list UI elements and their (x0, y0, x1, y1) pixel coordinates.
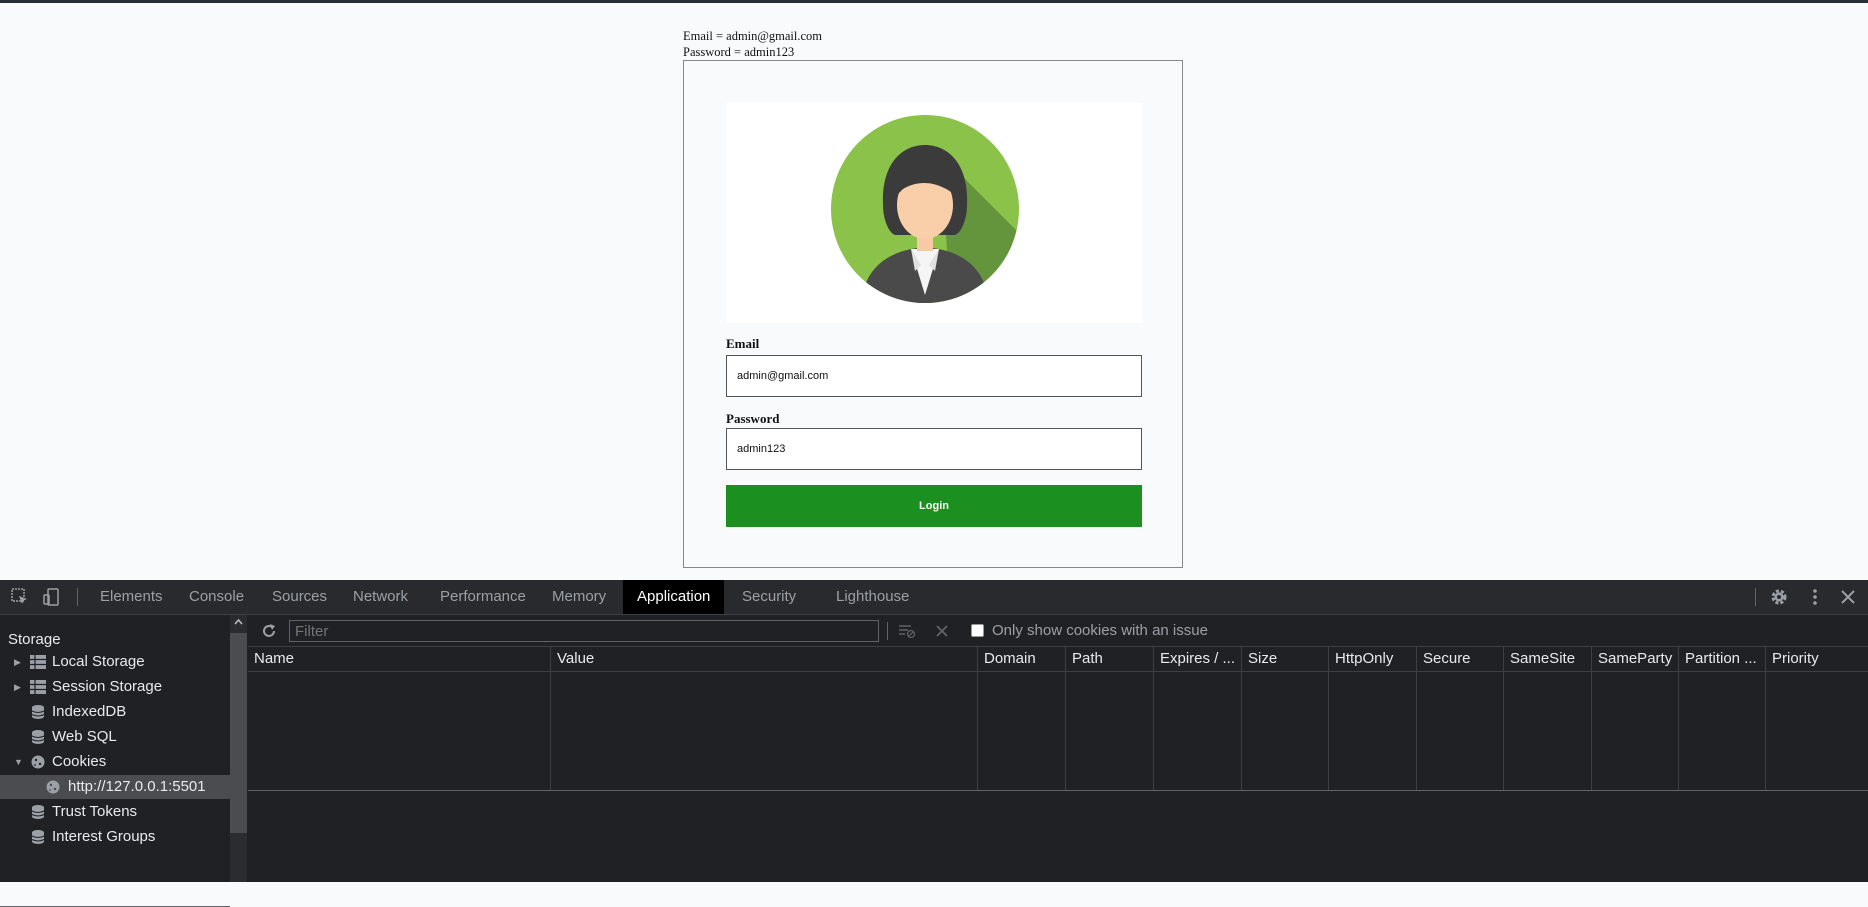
cookies-toolbar: Only show cookies with an issue (248, 615, 1868, 647)
column-divider (1328, 647, 1329, 791)
column-divider (1241, 647, 1242, 791)
scrollbar-thumb[interactable] (230, 633, 247, 833)
credentials-hint: Email = admin@gmail.com Password = admin… (683, 28, 822, 60)
hint-password: Password = admin123 (683, 45, 795, 59)
inspect-icon[interactable] (10, 587, 30, 607)
tab-lighthouse[interactable]: Lighthouse (822, 580, 923, 614)
more-icon[interactable] (1805, 587, 1825, 607)
login-form: Email Password Login (683, 60, 1183, 568)
column-header-sameparty[interactable]: SameParty (1592, 647, 1679, 671)
tab-network[interactable]: Network (339, 580, 422, 614)
column-header-httponly[interactable]: HttpOnly (1329, 647, 1417, 671)
settings-icon[interactable] (1769, 587, 1789, 607)
devtools-tab-bar: Elements Console Sources Network Perform… (0, 580, 1868, 615)
tab-application[interactable]: Application (623, 580, 725, 614)
top-border (0, 0, 1868, 3)
devtools-panel: Elements Console Sources Network Perform… (0, 580, 1868, 907)
column-header-secure[interactable]: Secure (1417, 647, 1504, 671)
column-header-value[interactable]: Value (551, 647, 978, 671)
refresh-icon[interactable] (260, 622, 278, 640)
tab-elements[interactable]: Elements (86, 580, 177, 614)
database-icon (31, 705, 45, 719)
column-header-size[interactable]: Size (1242, 647, 1329, 671)
cookie-icon (31, 755, 45, 769)
sidebar-item-interest-groups[interactable]: Interest Groups (0, 825, 230, 849)
column-header-path[interactable]: Path (1066, 647, 1154, 671)
password-label: Password (726, 411, 780, 426)
column-divider (977, 647, 978, 791)
collapse-arrow-icon[interactable]: ▼ (14, 750, 23, 774)
expand-arrow-icon[interactable]: ▶ (14, 650, 21, 674)
toolbar-separator (77, 588, 78, 606)
issue-checkbox[interactable] (971, 624, 984, 637)
sidebar-item-local-storage[interactable]: ▶ Local Storage (0, 650, 230, 674)
sidebar-scrollbar[interactable] (230, 615, 247, 882)
avatar-panel (726, 103, 1142, 323)
login-button[interactable]: Login (726, 485, 1142, 527)
column-header-name[interactable]: Name (248, 647, 551, 671)
column-header-partition[interactable]: Partition ... (1679, 647, 1766, 671)
column-divider (1153, 647, 1154, 791)
column-header-samesite[interactable]: SameSite (1504, 647, 1592, 671)
cookie-icon (46, 780, 60, 794)
tab-security[interactable]: Security (728, 580, 810, 614)
column-divider (550, 647, 551, 791)
device-toolbar-icon[interactable] (42, 587, 62, 607)
tab-console[interactable]: Console (175, 580, 258, 614)
column-divider (1765, 647, 1766, 791)
scroll-up-icon[interactable] (234, 618, 243, 626)
sidebar-item-web-sql[interactable]: Web SQL (0, 725, 230, 749)
column-header-priority[interactable]: Priority (1766, 647, 1868, 671)
database-icon (31, 830, 45, 844)
column-divider (1416, 647, 1417, 791)
sidebar-item-trust-tokens[interactable]: Trust Tokens (0, 800, 230, 824)
table-bottom-divider (248, 790, 1868, 791)
tab-performance[interactable]: Performance (426, 580, 540, 614)
sidebar-item-indexeddb[interactable]: IndexedDB (0, 700, 230, 724)
hint-email: Email = admin@gmail.com (683, 29, 823, 43)
sidebar-item-session-storage[interactable]: ▶ Session Storage (0, 675, 230, 699)
grid-icon (30, 680, 46, 694)
grid-icon (30, 655, 46, 669)
database-icon (31, 730, 45, 744)
column-header-expires[interactable]: Expires / ... (1154, 647, 1242, 671)
tab-sources[interactable]: Sources (258, 580, 341, 614)
sidebar-item-cookies[interactable]: ▼ Cookies (0, 750, 230, 774)
toolbar-separator (1755, 588, 1756, 606)
delete-icon[interactable] (936, 625, 948, 637)
column-divider (1591, 647, 1592, 791)
toolbar-separator (887, 622, 888, 640)
cookies-view: Only show cookies with an issue Name Val… (248, 615, 1868, 882)
password-input[interactable] (726, 428, 1142, 470)
column-header-domain[interactable]: Domain (978, 647, 1066, 671)
application-sidebar: Storage ▶ Local Storage ▶ Session Storag… (0, 615, 230, 907)
cookies-table-header: Name Value Domain Path Expires / ... Siz… (248, 647, 1868, 672)
sidebar-item-cookie-origin[interactable]: http://127.0.0.1:5501 (0, 775, 230, 799)
filter-input[interactable] (289, 620, 879, 642)
column-divider (1678, 647, 1679, 791)
expand-arrow-icon[interactable]: ▶ (14, 675, 21, 699)
column-divider (1503, 647, 1504, 791)
storage-heading: Storage (8, 631, 61, 648)
database-icon (31, 805, 45, 819)
avatar-icon (831, 115, 1019, 303)
tab-memory[interactable]: Memory (538, 580, 620, 614)
column-divider (1065, 647, 1066, 791)
close-icon[interactable] (1838, 587, 1858, 607)
issue-checkbox-label: Only show cookies with an issue (992, 622, 1208, 639)
email-input[interactable] (726, 355, 1142, 397)
email-label: Email (726, 336, 760, 351)
clear-filtered-icon[interactable] (898, 623, 916, 639)
